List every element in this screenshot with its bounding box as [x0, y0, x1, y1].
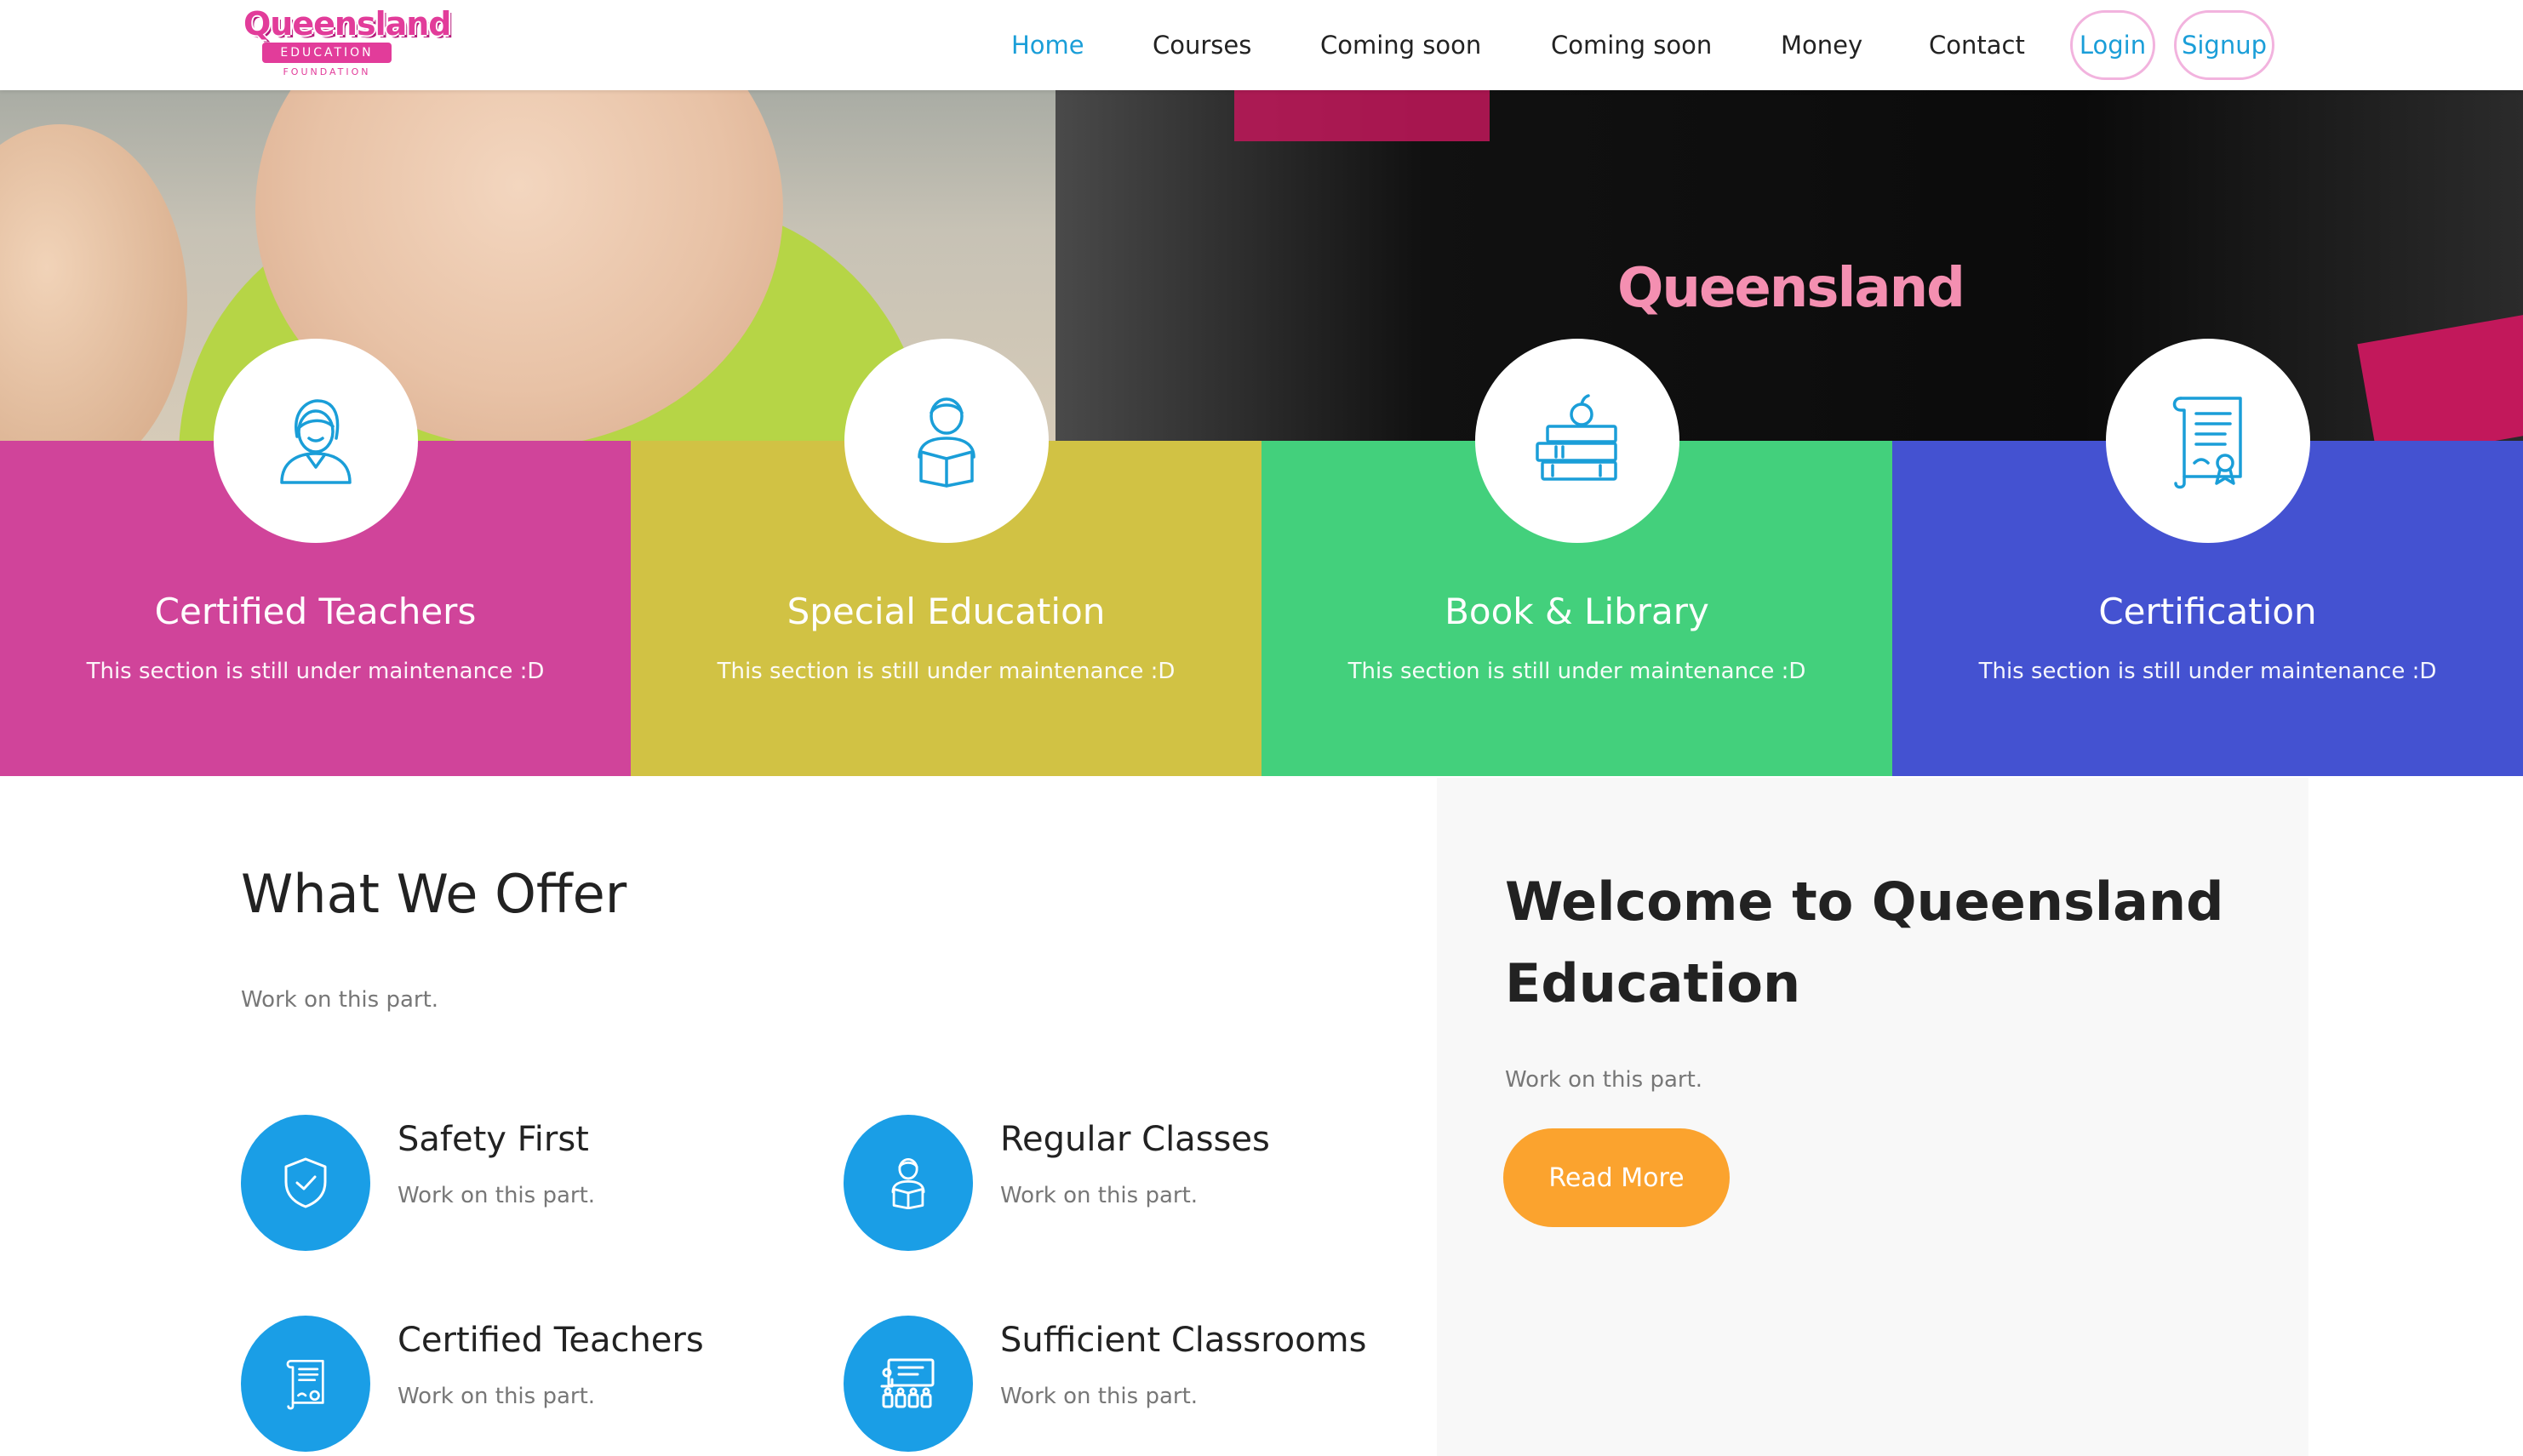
welcome-panel: Welcome to Queensland Education Work on …: [1437, 778, 2308, 1456]
student-reading-icon: [917, 397, 975, 488]
feature-text: This section is still under maintenance …: [1978, 659, 2437, 684]
nav-courses[interactable]: Courses: [1153, 31, 1251, 60]
feature-boxes: Certified Teachers This section is still…: [0, 339, 2523, 776]
nav-home[interactable]: Home: [1011, 31, 1084, 60]
nav-contact[interactable]: Contact: [1929, 31, 2025, 60]
service-text: Work on this part.: [1000, 1384, 1199, 1409]
signup-button[interactable]: Signup: [2174, 10, 2274, 80]
offer-heading: What We Offer: [241, 863, 627, 925]
logo-wordmark: Queensland: [243, 5, 452, 43]
teacher-icon: [279, 399, 352, 484]
certificate-scroll-icon: [2172, 397, 2242, 489]
shield-check-icon: [284, 1157, 327, 1208]
service-certified-teachers: Certified Teachers Work on this part.: [241, 1316, 837, 1452]
student-reading-icon: [891, 1157, 925, 1209]
service-text: Work on this part.: [1000, 1183, 1199, 1208]
feature-certified-teachers[interactable]: Certified Teachers This section is still…: [0, 339, 631, 776]
site-logo[interactable]: Queensland EDUCATION FOUNDATION: [243, 5, 452, 83]
service-text: Work on this part.: [398, 1183, 596, 1208]
nav-coming-soon-1[interactable]: Coming soon: [1320, 31, 1481, 60]
nav-money[interactable]: Money: [1781, 31, 1862, 60]
hero-shirt-logo: Queensland: [1617, 257, 1965, 320]
feature-text: This section is still under maintenance …: [86, 659, 545, 684]
certificate-scroll-icon: [286, 1359, 324, 1410]
books-apple-icon: [1535, 394, 1617, 481]
logo-subtext: FOUNDATION: [283, 66, 371, 77]
service-title: Regular Classes: [1000, 1120, 1270, 1159]
login-button[interactable]: Login: [2070, 10, 2155, 80]
offer-subtitle: Work on this part.: [241, 987, 439, 1013]
service-title: Safety First: [398, 1120, 589, 1159]
logo-ribbon: EDUCATION: [262, 43, 392, 63]
feature-special-education[interactable]: Special Education This section is still …: [631, 339, 1262, 776]
feature-title: Certified Teachers: [154, 591, 477, 632]
feature-title: Book & Library: [1445, 591, 1709, 632]
service-text: Work on this part.: [398, 1384, 596, 1409]
classroom-icon: [880, 1358, 935, 1408]
feature-title: Certification: [2098, 591, 2317, 632]
service-title: Certified Teachers: [398, 1321, 704, 1360]
welcome-subtitle: Work on this part.: [1505, 1067, 1703, 1093]
service-regular-classes: Regular Classes Work on this part.: [844, 1115, 1439, 1251]
welcome-heading: Welcome to Queensland Education: [1505, 871, 2224, 1014]
feature-title: Special Education: [787, 591, 1106, 632]
feature-book-library[interactable]: Book & Library This section is still und…: [1262, 339, 1892, 776]
service-sufficient-classrooms: Sufficient Classrooms Work on this part.: [844, 1316, 1439, 1452]
feature-text: This section is still under maintenance …: [717, 659, 1176, 684]
navbar: Queensland EDUCATION FOUNDATION Home Cou…: [0, 0, 2523, 90]
feature-text: This section is still under maintenance …: [1347, 659, 1806, 684]
service-safety-first: Safety First Work on this part.: [241, 1115, 837, 1251]
nav-coming-soon-2[interactable]: Coming soon: [1551, 31, 1712, 60]
feature-certification[interactable]: Certification This section is still unde…: [1892, 339, 2523, 776]
read-more-button[interactable]: Read More: [1503, 1128, 1730, 1227]
service-title: Sufficient Classrooms: [1000, 1321, 1367, 1360]
